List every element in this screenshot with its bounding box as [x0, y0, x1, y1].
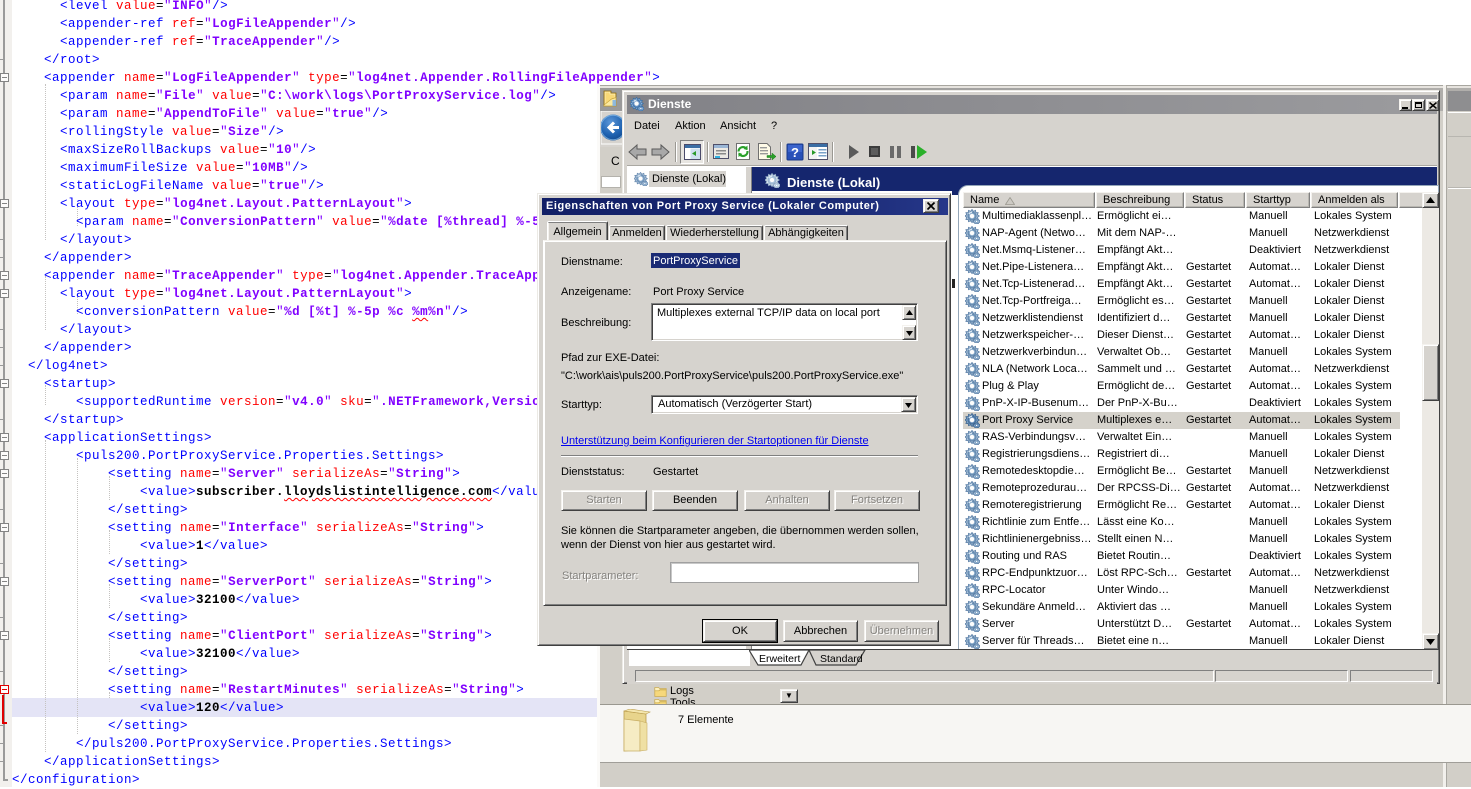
- svg-text:?: ?: [791, 145, 799, 160]
